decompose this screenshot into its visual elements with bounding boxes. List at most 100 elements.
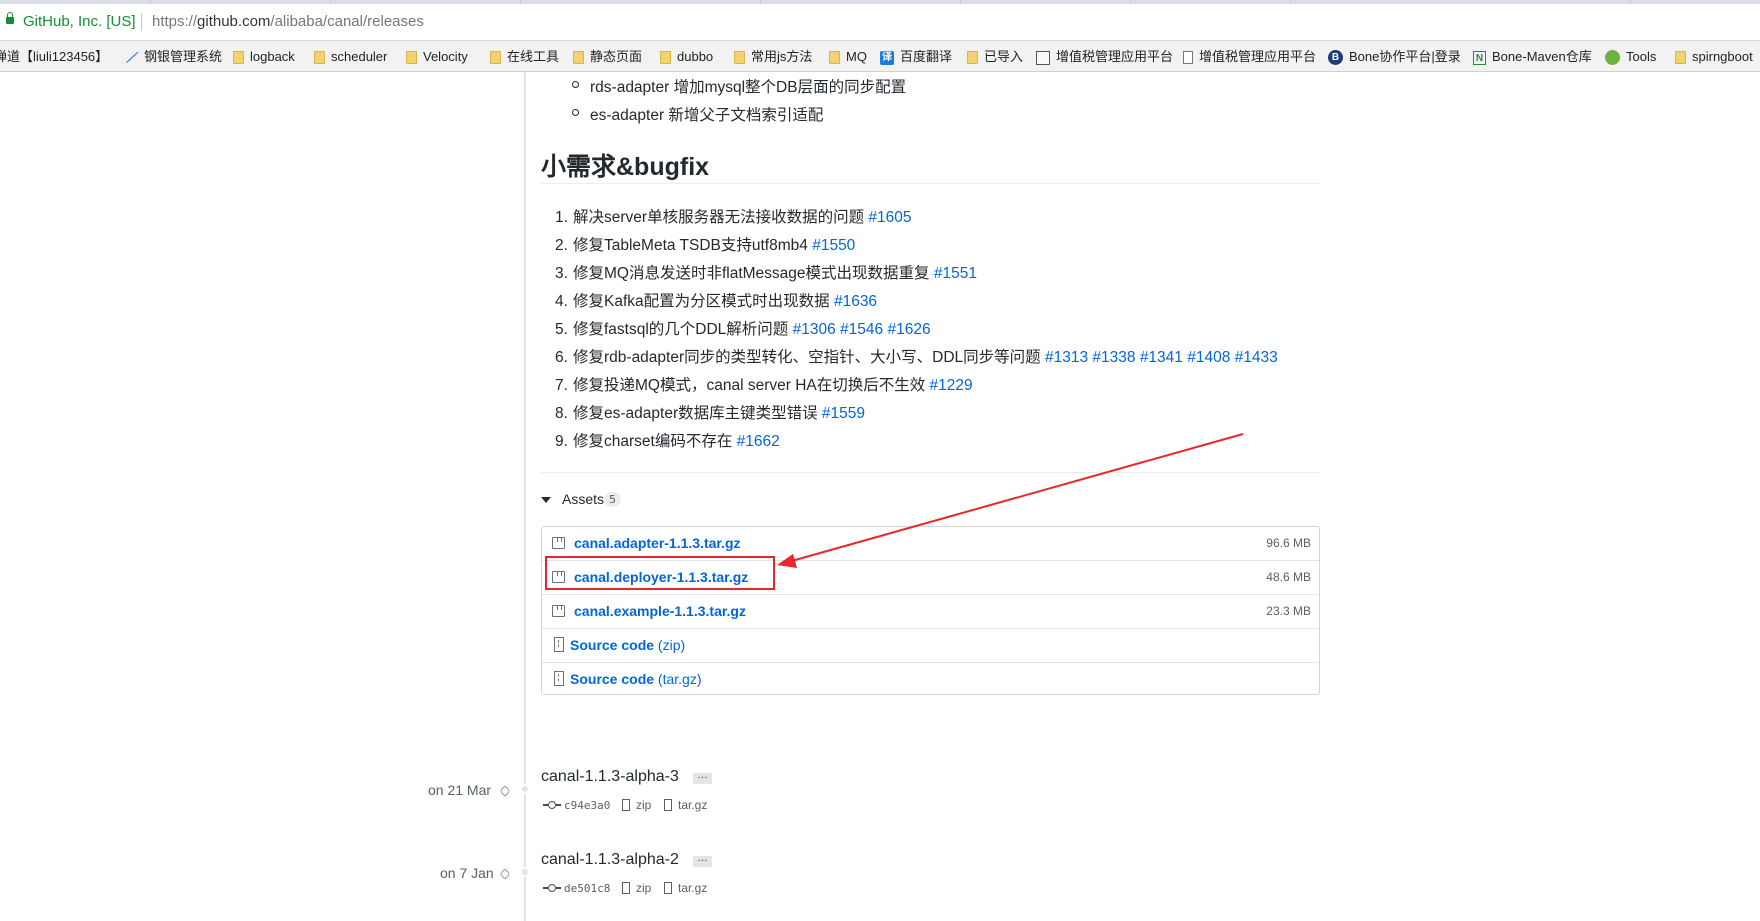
- issue-link[interactable]: #1313: [1045, 349, 1088, 366]
- file-zip-icon: [664, 799, 672, 811]
- bookmark-item[interactable]: 静态页面: [573, 48, 642, 66]
- tag-icon: [499, 868, 511, 880]
- bookmark-item[interactable]: ⟋ 钢银管理系统: [124, 48, 222, 66]
- lock-icon: [6, 12, 14, 24]
- bookmark-item[interactable]: 禅道【liuli123456】: [0, 48, 108, 66]
- issue-link[interactable]: #1636: [834, 293, 877, 310]
- bookmark-item[interactable]: 译百度翻译: [880, 48, 952, 66]
- targz-download-link[interactable]: tar.gz: [678, 881, 707, 895]
- bugfix-text: 修复MQ消息发送时非flatMessage模式出现数据重复: [573, 265, 930, 282]
- bookmark-label: 增值税管理应用平台: [1056, 49, 1174, 64]
- issue-link[interactable]: #1550: [812, 237, 855, 254]
- list-number: 9.: [555, 433, 568, 450]
- bookmark-label: 增值税管理应用平台: [1199, 49, 1317, 64]
- caret-down-icon[interactable]: [541, 497, 551, 503]
- issue-link[interactable]: #1433: [1235, 349, 1278, 366]
- asset-row[interactable]: Source code (zip): [542, 629, 1319, 663]
- bookmark-label: Bone-Maven仓库: [1492, 49, 1592, 64]
- bugfix-list-item: 5. 修复fastsql的几个DDL解析问题 #1306 #1546 #1626: [555, 317, 931, 339]
- url-host: github.com: [197, 13, 271, 30]
- blue-arrow-icon: ⟋: [126, 49, 136, 65]
- source-code-label: Source code: [570, 637, 655, 653]
- zip-download-link[interactable]: zip: [636, 798, 651, 812]
- bugfix-text: 修复rdb-adapter同步的类型转化、空指针、大小写、DDL同步等问题: [573, 349, 1041, 366]
- issue-link[interactable]: #1306: [793, 321, 836, 338]
- file-zip-icon: [554, 637, 564, 652]
- bugfix-list-item: 3. 修复MQ消息发送时非flatMessage模式出现数据重复 #1551: [555, 261, 977, 283]
- commit-sha[interactable]: c94e3a0: [564, 799, 610, 812]
- source-code-link[interactable]: Source code (tar.gz): [570, 671, 702, 687]
- address-bar[interactable]: GitHub, Inc. [US] https://github.com/ali…: [0, 4, 1760, 41]
- expand-ellipsis-button[interactable]: …: [693, 771, 712, 784]
- bookmark-label: Bone协作平台|登录: [1349, 49, 1461, 64]
- asset-row[interactable]: canal.example-1.1.3.tar.gz 23.3 MB: [542, 595, 1319, 629]
- issue-link[interactable]: #1559: [822, 405, 865, 422]
- assets-toggle[interactable]: Assets: [562, 491, 604, 507]
- bookmark-item[interactable]: Tools: [1605, 48, 1656, 66]
- bookmark-item[interactable]: N Bone-Maven仓库: [1473, 48, 1592, 66]
- bookmark-item[interactable]: logback: [233, 48, 295, 66]
- n-icon: N: [1473, 50, 1486, 65]
- feature-list-item: rds-adapter 增加mysql整个DB层面的同步配置: [571, 75, 906, 97]
- file-zip-icon: [664, 882, 672, 894]
- targz-download-link[interactable]: tar.gz: [678, 798, 707, 812]
- bookmark-item[interactable]: 增值税管理应用平台: [1036, 48, 1173, 66]
- bugfix-list-item: 1. 解决server单核服务器无法接收数据的问题 #1605: [555, 205, 912, 227]
- folder-icon: [406, 51, 417, 65]
- asset-link[interactable]: canal.adapter-1.1.3.tar.gz: [574, 535, 741, 551]
- list-number: 8.: [555, 405, 568, 422]
- list-number: 6.: [555, 349, 568, 366]
- issue-link[interactable]: #1338: [1092, 349, 1135, 366]
- bookmark-label: Velocity: [423, 49, 468, 64]
- bookmark-item[interactable]: 增值税管理应用平台: [1183, 48, 1316, 66]
- url-text[interactable]: https://github.com/alibaba/canal/release…: [152, 13, 424, 30]
- bookmark-item[interactable]: B Bone协作平台|登录: [1328, 48, 1461, 66]
- bugfix-text: 修复投递MQ模式，canal server HA在切换后不生效: [573, 377, 926, 394]
- issue-link[interactable]: #1626: [887, 321, 930, 338]
- folder-icon: [967, 51, 978, 65]
- issue-link[interactable]: #1408: [1187, 349, 1230, 366]
- bookmark-label: 静态页面: [590, 49, 643, 64]
- bookmark-item[interactable]: spirngboot: [1675, 48, 1753, 66]
- translate-icon: 译: [880, 50, 894, 65]
- bookmark-item[interactable]: dubbo: [660, 48, 713, 66]
- bugfix-list-item: 4. 修复Kafka配置为分区模式时出现数据 #1636: [555, 289, 877, 311]
- feature-list-item: es-adapter 新增父子文档索引适配: [571, 103, 823, 125]
- issue-link[interactable]: #1605: [868, 209, 911, 226]
- bookmark-item[interactable]: MQ: [829, 48, 867, 66]
- source-code-format: (zip): [657, 637, 686, 653]
- bookmark-item[interactable]: 常用js方法: [734, 48, 812, 66]
- folder-icon: [829, 51, 840, 65]
- commit-sha[interactable]: de501c8: [564, 882, 610, 895]
- release-title[interactable]: canal-1.1.3-alpha-2: [541, 851, 679, 869]
- bookmark-label: dubbo: [677, 49, 714, 64]
- issue-link[interactable]: #1341: [1140, 349, 1183, 366]
- issue-link[interactable]: #1551: [934, 265, 977, 282]
- list-number: 2.: [555, 237, 568, 254]
- bookmark-item[interactable]: Velocity: [406, 48, 468, 66]
- bookmark-label: spirngboot: [1692, 49, 1753, 64]
- zip-download-link[interactable]: zip: [636, 881, 651, 895]
- heading-divider: [541, 183, 1320, 184]
- release-title[interactable]: canal-1.1.3-alpha-3: [541, 768, 679, 786]
- url-path: /alibaba/canal/releases: [270, 13, 424, 30]
- issue-link[interactable]: #1662: [737, 433, 780, 450]
- asset-link[interactable]: canal.example-1.1.3.tar.gz: [574, 603, 746, 619]
- bookmark-label: 百度翻译: [900, 49, 953, 64]
- bookmark-item[interactable]: 在线工具: [490, 48, 559, 66]
- bookmark-label: Tools: [1626, 49, 1657, 64]
- bookmark-item[interactable]: 已导入: [967, 48, 1023, 66]
- source-code-link[interactable]: Source code (zip): [570, 637, 685, 653]
- expand-ellipsis-button[interactable]: …: [693, 854, 712, 867]
- site-identity[interactable]: GitHub, Inc. [US]: [23, 13, 136, 30]
- list-number: 7.: [555, 377, 568, 394]
- asset-row[interactable]: Source code (tar.gz): [542, 663, 1319, 697]
- folder-icon: [233, 51, 244, 65]
- folder-icon: [734, 51, 745, 65]
- file-zip-icon: [622, 799, 630, 811]
- issue-link[interactable]: #1229: [930, 377, 973, 394]
- bookmark-item[interactable]: scheduler: [314, 48, 387, 66]
- folder-icon: [490, 51, 501, 65]
- folder-icon: [660, 51, 671, 65]
- issue-link[interactable]: #1546: [840, 321, 883, 338]
